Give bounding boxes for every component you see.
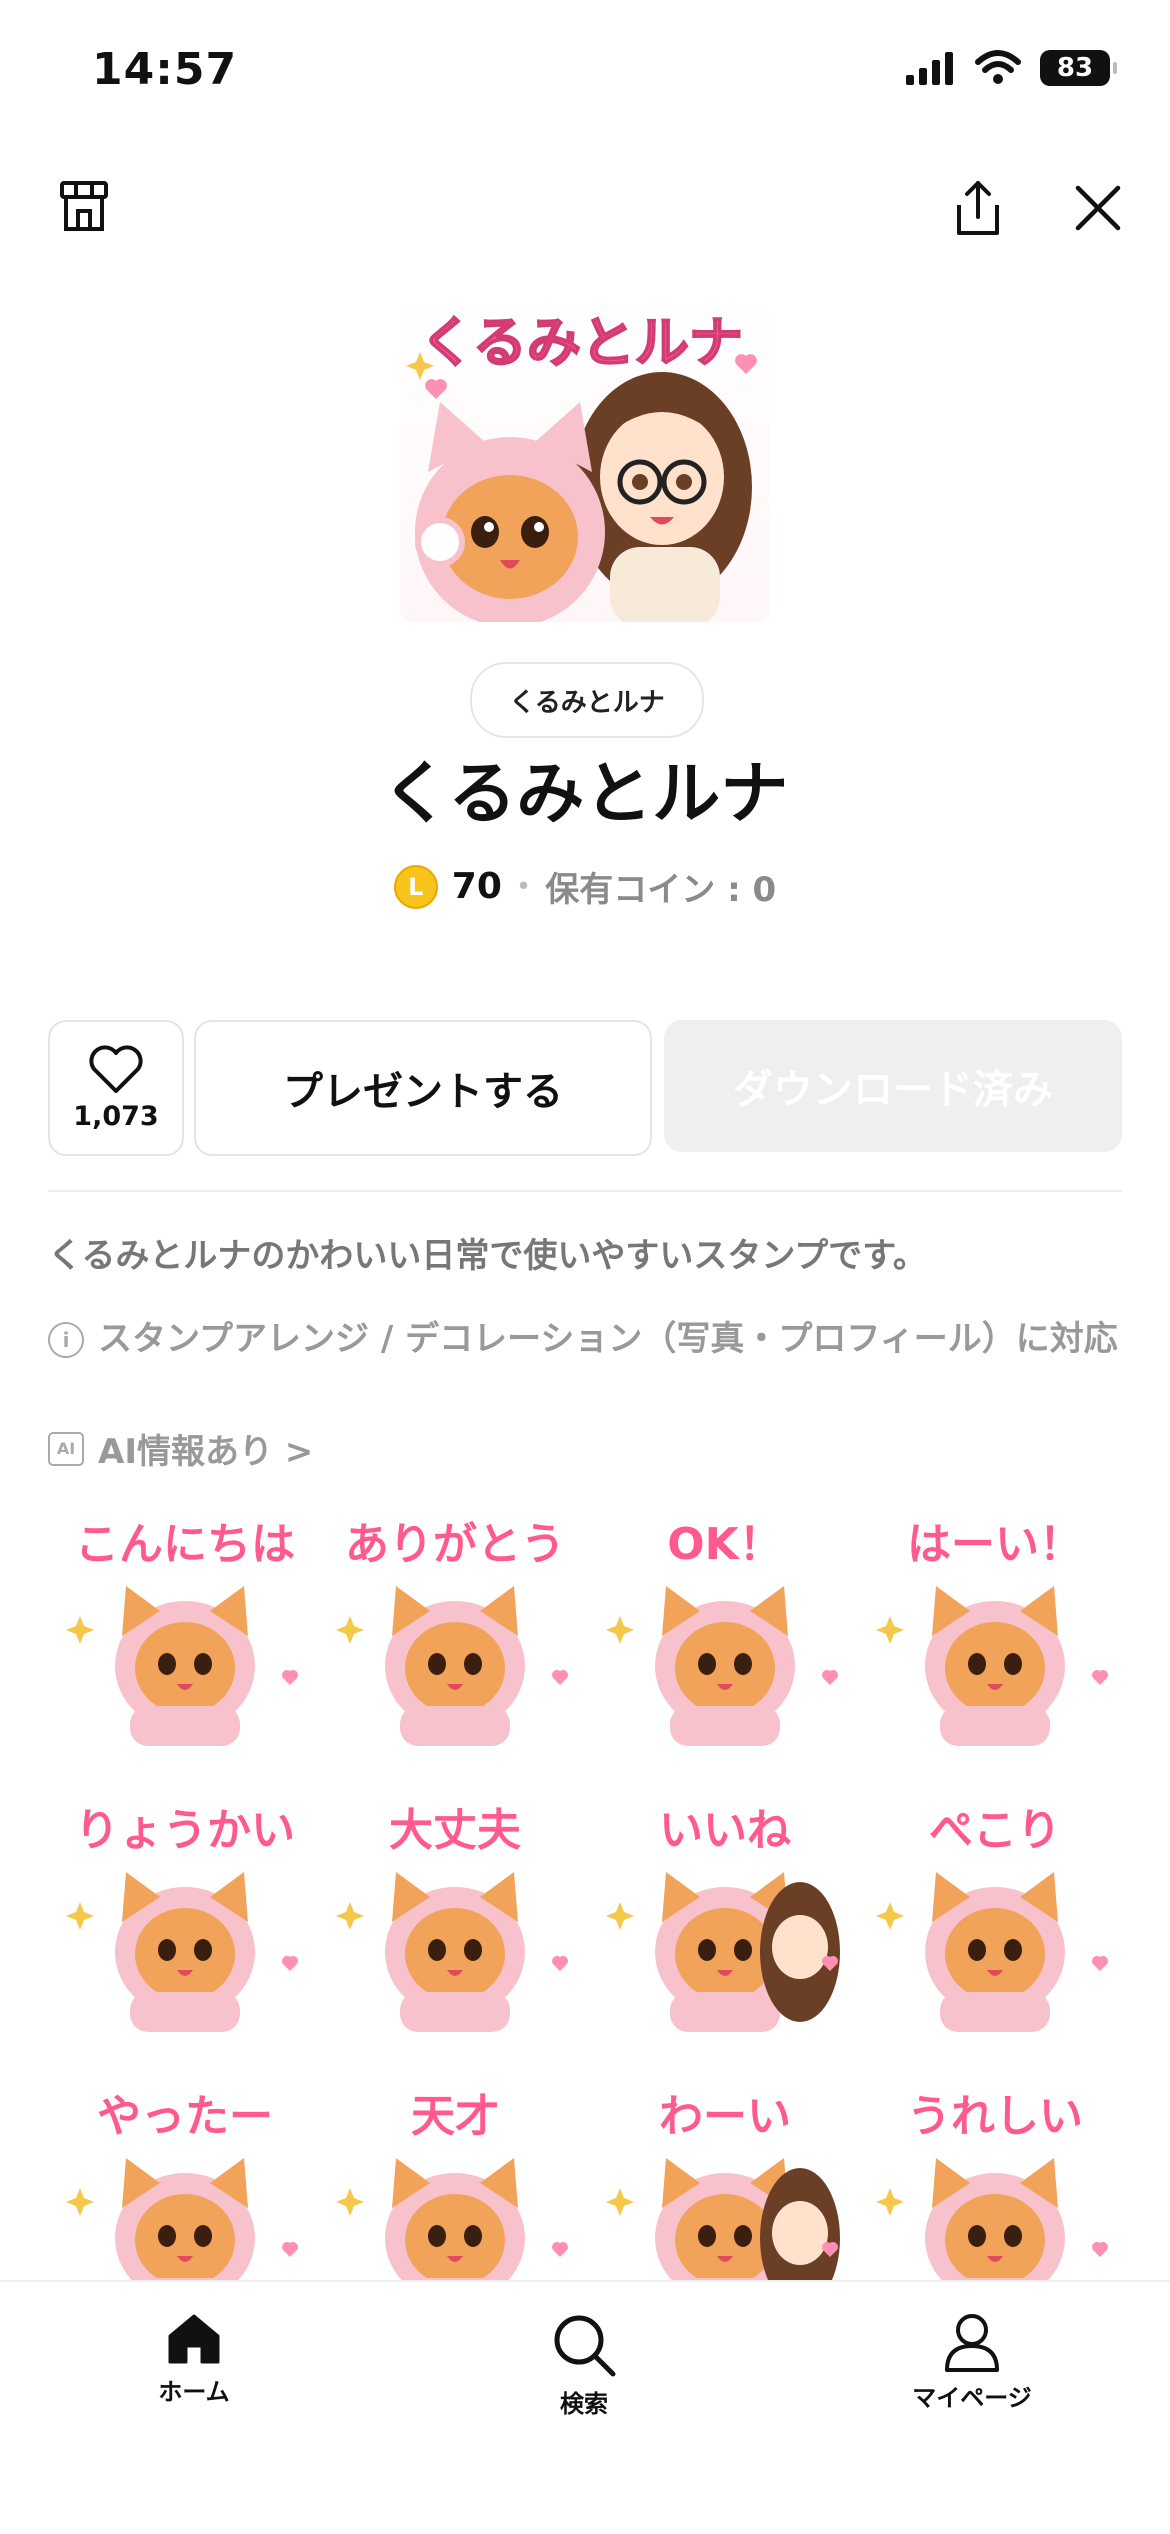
divider [48,1190,1122,1192]
separator-dot: • [515,871,532,902]
cat-sticker-illustration [336,1872,568,2032]
price-value: 70 [451,866,502,907]
ai-info-text: AI情報あり > [98,1432,314,1472]
pack-description: くるみとルナのかわいい日常で使いやすいスタンプです。 [48,1236,927,1276]
tab-home[interactable]: ホーム [94,2312,294,2407]
line-coin-icon: L [393,864,438,909]
sticker-item[interactable]: ぺこり [870,1794,1120,2034]
sticker-item[interactable]: りょうかい [60,1794,310,2034]
sticker-item[interactable]: 大丈夫 [330,1794,580,2034]
share-button[interactable] [950,178,1006,238]
sticker-item[interactable]: こんにちは [60,1508,310,1748]
battery-indicator: 83 [1040,50,1117,86]
signal-icon [906,52,953,85]
tab-search-label: 検索 [560,2390,608,2418]
info-text: スタンプアレンジ / デコレーション（写真・プロフィール）に対応 [98,1319,1118,1359]
status-time: 14:57 [92,44,238,95]
cat-sticker-illustration [66,1586,298,1746]
sticker-item[interactable]: はーい！ [870,1508,1120,1748]
tab-mypage-label: マイページ [912,2384,1032,2412]
close-icon [1075,185,1121,231]
info-icon: i [48,1322,84,1358]
tab-mypage[interactable]: マイページ [872,2312,1072,2413]
cat-sticker-illustration [876,1586,1108,1746]
search-icon [554,2315,616,2377]
share-icon [957,181,999,235]
ai-info-link[interactable]: AI AI情報あり > [48,1424,313,1473]
cat-sticker-illustration [606,1872,840,2032]
cat-sticker-illustration [336,1586,568,1746]
cat-and-girl-illustration [406,352,757,622]
sticker-item[interactable]: ありがとう [330,1508,580,1748]
tab-home-label: ホーム [158,2378,230,2406]
cat-sticker-illustration [876,1872,1108,2032]
tab-search[interactable]: 検索 [484,2312,684,2419]
author-chip[interactable]: くるみとルナ [470,662,704,738]
status-indicators: 83 [904,50,1117,86]
wifi-icon [975,50,1021,84]
sticker-main-image: くるみとルナ [400,292,770,622]
like-button[interactable]: 1,073 [48,1020,184,1156]
sticker-item[interactable]: いいね [600,1794,850,2034]
sticker-item[interactable]: OK！ [600,1508,850,1748]
ai-badge-icon: AI [48,1431,84,1466]
pack-title: くるみとルナ [381,755,789,834]
cat-sticker-illustration [66,1872,298,2032]
owned-coins: 保有コイン : 0 [545,870,777,910]
close-button[interactable] [1070,180,1126,236]
downloaded-button[interactable]: ダウンロード済み [664,1020,1122,1152]
store-icon [60,181,108,231]
price-row: L 70 • 保有コイン : 0 [0,862,1170,911]
present-button[interactable]: プレゼントする [194,1020,652,1156]
info-row: i スタンプアレンジ / デコレーション（写真・プロフィール）に対応 [48,1318,1122,1360]
sticker-grid: こんにちは ありがとう OK！ はーい！ りょうかい 大丈夫 いいね ぺこり やったー 天才 わーい… [60,1508,1120,2320]
home-icon [168,2314,220,2364]
person-icon [945,2314,999,2372]
store-button[interactable] [56,178,112,234]
bottom-tab-bar: ホーム 検索 マイページ [0,2280,1170,2534]
heart-icon [89,1044,143,1093]
like-count: 1,073 [73,1100,159,1132]
cat-sticker-illustration [606,1586,838,1746]
